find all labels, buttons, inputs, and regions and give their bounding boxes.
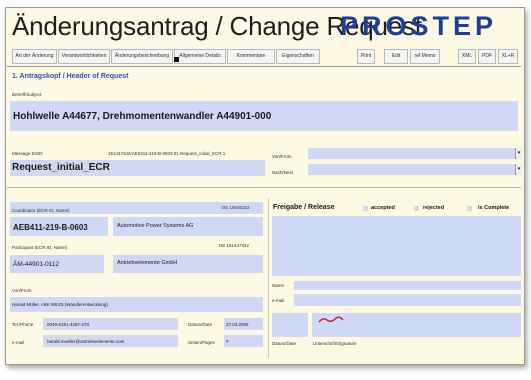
column-divider — [268, 198, 269, 358]
tab-eigenschaften[interactable]: Eigenschaften — [276, 49, 320, 64]
tab-kommentare[interactable]: Kommentare — [227, 49, 275, 64]
release-date-field[interactable] — [272, 313, 308, 337]
release-name-label: Name — [272, 283, 285, 288]
subject-value: Hohlwelle A44677, Drehmomentenwandler A4… — [13, 111, 272, 122]
accepted-checkbox[interactable] — [363, 206, 368, 211]
message-label: Message EOID — [12, 151, 43, 156]
release-email-label: e-mail — [272, 298, 285, 303]
contact-label: Von/From — [12, 288, 32, 293]
coordinator-company: Automotive Power Systems AG — [117, 223, 194, 229]
tel-label: Tel./Phone — [12, 322, 34, 327]
email-value: harald.mueller@antriebselemente.com — [47, 339, 125, 344]
tab-allgemeine-details[interactable]: Allgemeine Details — [174, 49, 226, 64]
prostep-logo: PROSTEP — [338, 11, 521, 41]
divider — [7, 187, 521, 188]
release-name-field[interactable] — [294, 281, 521, 290]
tab-art-der-aenderung[interactable]: Art der Änderung — [12, 49, 57, 64]
tab-aenderungsbeschreibung[interactable]: Änderungsbeschreibung — [111, 49, 173, 64]
pages-value: # — [226, 339, 229, 344]
von-label: Von/From — [272, 154, 292, 159]
section-header-title: 1. Antragskopf / Header of Request — [12, 73, 129, 80]
participant-company: Antriebselemente GmbH — [117, 260, 178, 266]
complete-checkbox[interactable] — [467, 206, 472, 211]
nach-label: Nach/Next — [272, 170, 294, 175]
print-button[interactable]: Print — [357, 49, 375, 64]
message-value: Request_initial_ECR — [12, 162, 110, 173]
ref-memo-button[interactable]: ref Memo — [410, 49, 440, 64]
edit-button[interactable]: Edit — [384, 49, 408, 64]
signature-mark — [318, 316, 344, 323]
date-value: 27.03.2006 — [226, 322, 249, 327]
rejected-checkbox[interactable] — [414, 206, 419, 211]
accepted-label: accepted — [371, 205, 395, 211]
mouse-cursor-icon — [174, 57, 179, 62]
coordinator-code: AEB411-219-B-0603 — [13, 223, 88, 232]
contact-name: Harald Müller, ABK WEZ5 (Wandlerentwickl… — [12, 302, 108, 307]
pdf-button[interactable]: PDF — [478, 49, 496, 64]
release-email-field[interactable] — [294, 294, 521, 306]
release-comment-field[interactable] — [272, 216, 521, 276]
chevron-down-icon[interactable]: ▾ — [515, 148, 522, 159]
coordinator-id: DE 16636203 — [222, 205, 250, 210]
subject-label: Betreff/Subject — [12, 92, 42, 97]
release-date-label: Datum/Date — [272, 341, 297, 346]
release-title: Freigabe / Release — [273, 204, 335, 211]
participant-label: Participant (ECR ID, Name) — [12, 245, 68, 250]
signature-label: Unterschrift/Signature — [313, 341, 357, 346]
complete-label: is Complete — [478, 205, 510, 211]
email-label: e-mail — [12, 340, 25, 345]
coordinator-label: Coordinator (ECR ID, Name) — [12, 208, 70, 213]
xlr-button[interactable]: XL+R — [498, 49, 518, 64]
toolbar: Art der Änderung Verantwortlichkeiten Än… — [12, 49, 518, 64]
xml-button[interactable]: XML — [458, 49, 476, 64]
chevron-down-icon[interactable]: ▾ — [515, 164, 522, 175]
pages-field[interactable] — [224, 335, 263, 347]
tel-value: 0049-6151-4287-270 — [47, 322, 90, 327]
nach-dropdown[interactable]: ▾ — [308, 164, 522, 175]
von-dropdown[interactable]: ▾ — [308, 148, 522, 159]
svg-text:PROSTEP: PROSTEP — [340, 11, 497, 41]
participant-code: ÄM-44901-0112 — [13, 261, 60, 268]
participant-id: DE 161447342 — [219, 243, 250, 248]
date-label: Datum/Date — [188, 322, 213, 327]
tab-verantwortlichkeiten[interactable]: Verantwortlichkeiten — [58, 49, 110, 64]
rejected-label: rejected — [423, 205, 445, 211]
divider — [7, 66, 521, 67]
pages-label: Seiten/Pages — [188, 340, 215, 345]
message-id: 161447342/AE0411-219-B-0603.01.Request_i… — [108, 151, 226, 156]
